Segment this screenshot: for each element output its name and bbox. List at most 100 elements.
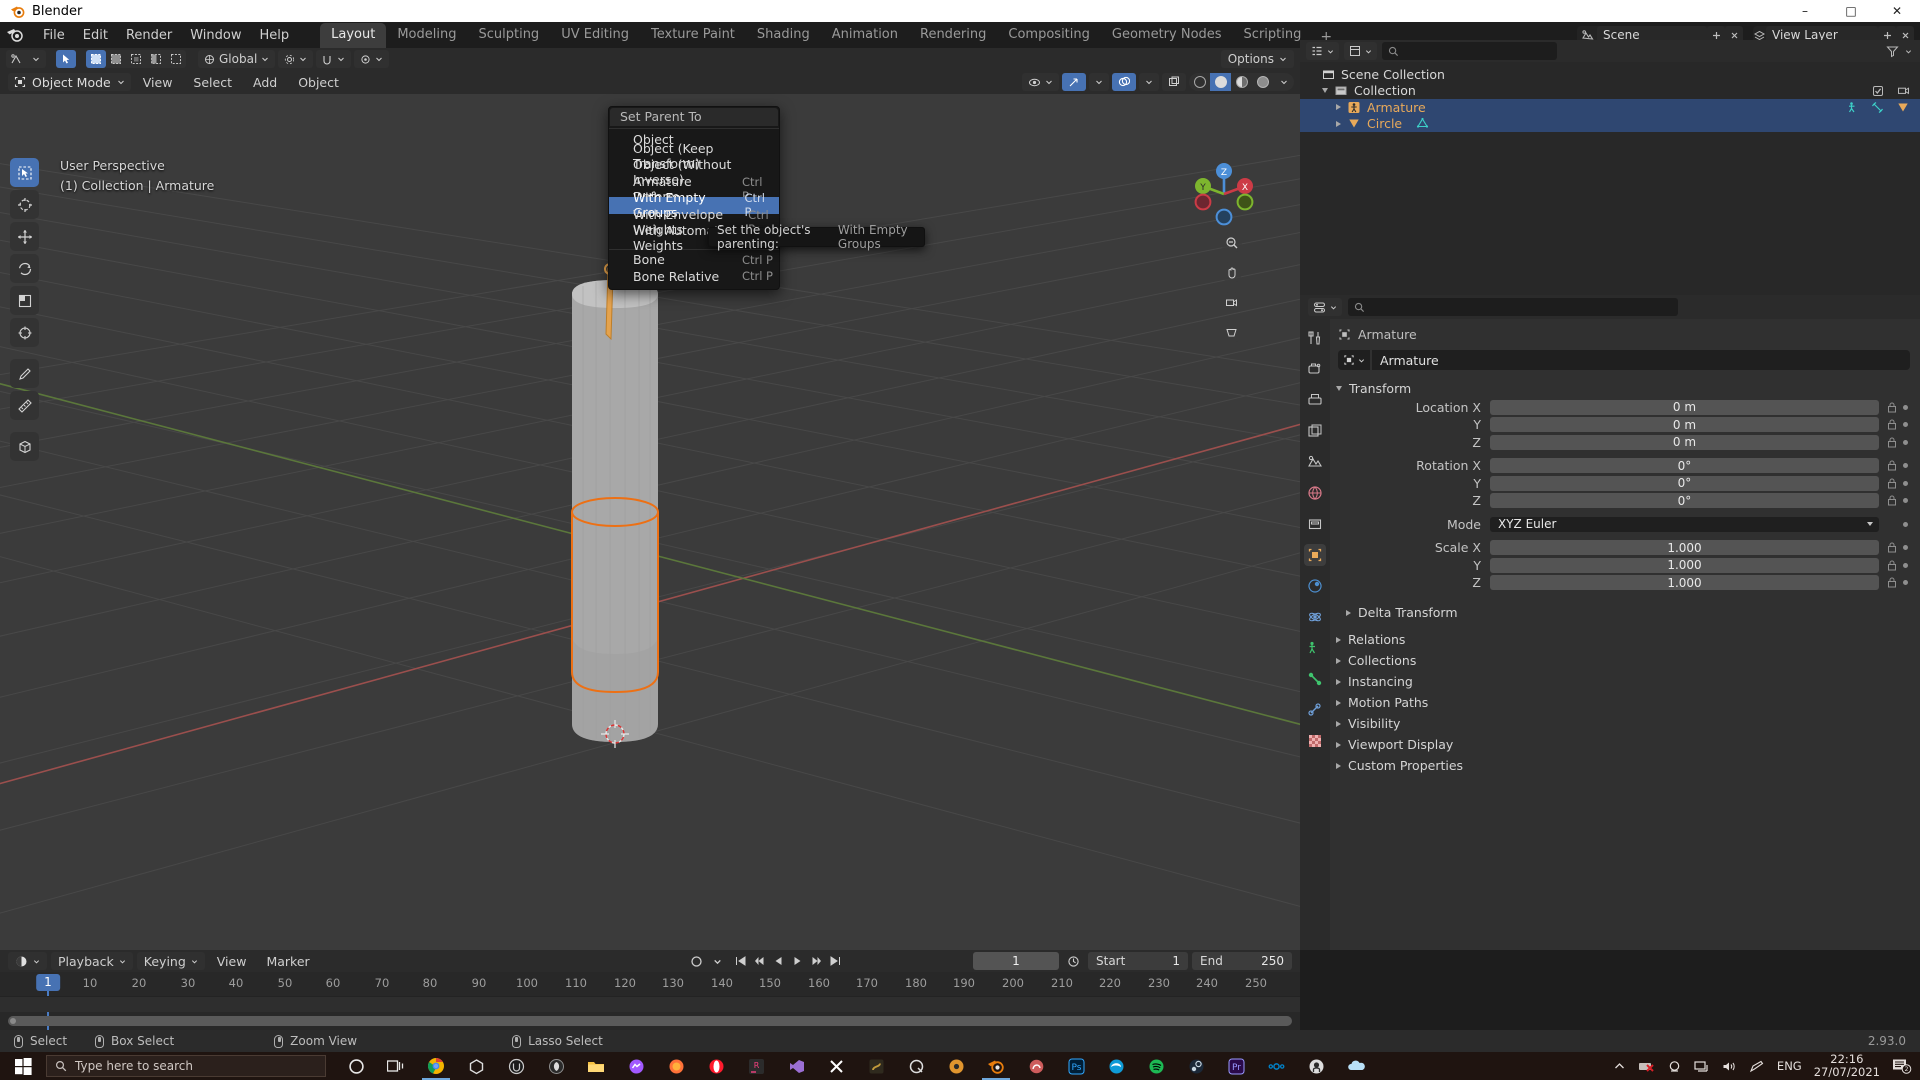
mixer-icon[interactable] <box>936 1052 976 1080</box>
shading-material-preview-button[interactable] <box>1231 73 1252 91</box>
tab-physics[interactable] <box>1304 606 1326 628</box>
close-button[interactable]: ✕ <box>1874 0 1920 22</box>
animate-property-icon[interactable] <box>1903 580 1908 585</box>
lock-icon[interactable] <box>1887 402 1897 413</box>
tab-world[interactable] <box>1304 482 1326 504</box>
gizmo-options-dropdown[interactable] <box>1089 73 1109 91</box>
chevron-down-icon[interactable] <box>1905 48 1912 55</box>
lock-icon[interactable] <box>1887 542 1897 553</box>
menu-item-bone[interactable]: Bone Ctrl P <box>609 252 779 269</box>
select-intersect-icon[interactable] <box>166 50 186 68</box>
webcam-icon[interactable] <box>1667 1060 1682 1073</box>
animate-property-icon[interactable] <box>1903 562 1908 568</box>
tab-view-layer[interactable] <box>1304 420 1326 442</box>
mesh-data-icon[interactable] <box>1416 117 1429 130</box>
pan-hand-icon[interactable] <box>1221 262 1242 283</box>
edge-icon[interactable] <box>1096 1052 1136 1080</box>
github-icon[interactable] <box>1296 1052 1336 1080</box>
timeline-horizontal-scrollbar[interactable] <box>8 1016 1292 1026</box>
checkbox-icon[interactable] <box>1872 85 1885 97</box>
chevron-up-icon[interactable] <box>1613 1060 1626 1073</box>
tool-transform[interactable] <box>10 318 39 347</box>
premiere-icon[interactable]: Pr <box>1216 1052 1256 1080</box>
chrome-icon[interactable] <box>416 1052 456 1080</box>
camera-view-icon[interactable] <box>1221 292 1242 313</box>
expand-triangle-icon[interactable] <box>1336 741 1341 748</box>
tweak-tool-icon[interactable] <box>56 50 76 68</box>
object-name-value[interactable]: Armature <box>1372 350 1910 370</box>
tab-modifier[interactable] <box>1304 575 1326 597</box>
tab-collection[interactable] <box>1304 513 1326 535</box>
jump-to-start-button[interactable] <box>732 952 749 970</box>
panel-header-collections[interactable]: Collections <box>1330 650 1920 671</box>
property-value-input[interactable]: 1.000 <box>1490 557 1879 573</box>
tab-scene[interactable] <box>1304 451 1326 473</box>
lock-icon[interactable] <box>1887 577 1897 588</box>
show-gizmo-toggle[interactable] <box>1062 73 1086 91</box>
panel-header-custom-properties[interactable]: Custom Properties <box>1330 755 1920 776</box>
chevron-down-icon[interactable] <box>713 957 722 966</box>
panel-header-relations[interactable]: Relations <box>1330 629 1920 650</box>
outliner-row-circle[interactable]: Circle <box>1300 115 1920 132</box>
krita-icon[interactable] <box>1016 1052 1056 1080</box>
minimize-button[interactable]: – <box>1782 0 1828 22</box>
workspace-tab-uv-editing[interactable]: UV Editing <box>550 23 640 48</box>
taskbar-search-input[interactable]: Type here to search <box>46 1055 326 1077</box>
timeline-keyframe-track[interactable] <box>0 996 1300 1012</box>
playback-dropdown[interactable]: Playback <box>51 952 133 970</box>
proportional-editing-toggle[interactable] <box>354 50 390 68</box>
pen-icon[interactable] <box>1749 1060 1765 1073</box>
property-value-input[interactable]: 1.000 <box>1490 540 1879 555</box>
properties-search-input[interactable] <box>1348 298 1678 316</box>
object-type-visibility-dropdown[interactable] <box>1022 73 1059 91</box>
chevron-down-icon[interactable] <box>26 50 46 68</box>
lock-icon[interactable] <box>1887 419 1897 430</box>
editor-type-selector[interactable] <box>6 50 46 68</box>
object-icon-button[interactable] <box>1338 350 1370 370</box>
viewport-menu-object[interactable]: Object <box>289 73 348 92</box>
tool-select-box[interactable] <box>10 158 39 187</box>
lock-icon[interactable] <box>1887 560 1897 571</box>
workspace-tab-layout[interactable]: Layout <box>320 23 387 48</box>
property-value-input[interactable]: 0 m <box>1490 417 1879 432</box>
onedrive-icon[interactable] <box>1336 1052 1376 1080</box>
property-value-input[interactable]: 0 m <box>1490 399 1879 415</box>
workspace-tab-compositing[interactable]: Compositing <box>997 23 1101 48</box>
panel-header-viewport-display[interactable]: Viewport Display <box>1330 734 1920 755</box>
expand-triangle-icon[interactable] <box>1336 678 1341 685</box>
notification-center-button[interactable]: 2 <box>1892 1058 1912 1074</box>
start-button[interactable] <box>0 1052 46 1080</box>
tab-render[interactable] <box>1304 358 1326 380</box>
timeline-menu-marker[interactable]: Marker <box>258 952 317 971</box>
zoom-navigate-icon[interactable] <box>1221 232 1242 253</box>
expand-collapse-triangle-icon[interactable] <box>1336 386 1342 391</box>
pose-icon[interactable] <box>1846 101 1859 114</box>
blender-icon[interactable] <box>976 1052 1016 1080</box>
viewport-menu-view[interactable]: View <box>134 73 182 92</box>
expand-triangle-icon[interactable] <box>1346 609 1351 616</box>
animate-property-icon[interactable] <box>1903 480 1908 486</box>
photoshop-icon[interactable]: Ps <box>1056 1052 1096 1080</box>
armature-data-icon[interactable] <box>1871 101 1884 114</box>
active-tool-display[interactable] <box>56 50 76 68</box>
expand-triangle-icon[interactable] <box>1336 720 1341 727</box>
tab-tool[interactable] <box>1304 327 1326 349</box>
workspace-tab-texture-paint[interactable]: Texture Paint <box>640 23 746 48</box>
shading-rendered-button[interactable] <box>1252 73 1273 91</box>
keying-dropdown[interactable]: Keying <box>136 952 205 970</box>
animate-property-icon[interactable] <box>1903 404 1908 410</box>
timeline-ruler[interactable]: 10 20 30 40 50 60 70 80 90 100 110 120 1… <box>0 972 1300 1031</box>
viewport-menu-select[interactable]: Select <box>184 73 241 92</box>
outliner-editor-type-dropdown[interactable] <box>1306 42 1339 60</box>
animate-property-icon[interactable] <box>1903 463 1908 468</box>
workspace-tab-geometry-nodes[interactable]: Geometry Nodes <box>1101 23 1233 48</box>
timeline-editor[interactable]: Playback Keying View Marker 1 Start 1 En… <box>0 950 1300 1031</box>
menu-render[interactable]: Render <box>117 26 181 45</box>
tool-annotate[interactable] <box>10 359 39 388</box>
network-icon[interactable] <box>1694 1060 1710 1073</box>
shading-wireframe-button[interactable] <box>1189 73 1210 91</box>
tool-cursor[interactable] <box>10 190 39 219</box>
interaction-mode-dropdown[interactable]: Object Mode <box>8 73 131 91</box>
expand-collapse-triangle-icon[interactable] <box>1322 88 1328 94</box>
select-set-icon[interactable] <box>86 50 106 68</box>
